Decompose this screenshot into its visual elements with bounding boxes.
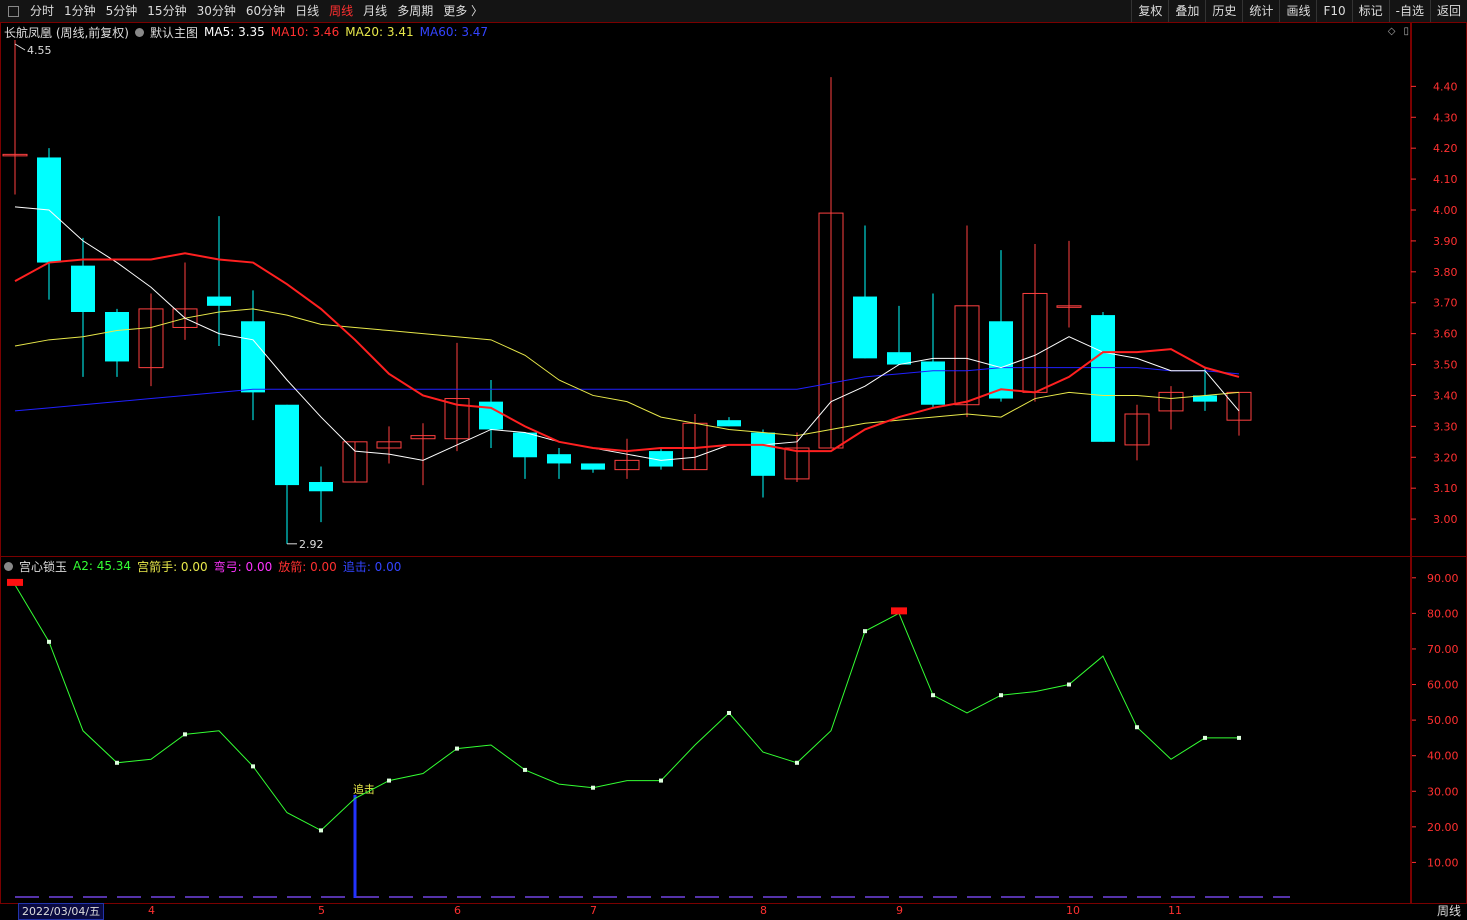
- month-label: 9: [896, 904, 903, 917]
- candle-body-down: [513, 432, 537, 458]
- candle-body-down: [921, 361, 945, 405]
- month-label: 5: [318, 904, 325, 917]
- candle-body-down: [1091, 315, 1115, 442]
- candle-body-down: [241, 321, 265, 393]
- price-tick-label: 3.00: [1433, 513, 1458, 526]
- price-tick-label: 4.40: [1433, 80, 1458, 93]
- price-tick-label: 3.10: [1433, 482, 1458, 495]
- low-price-label: 2.92: [299, 538, 324, 551]
- candle-body-down: [989, 321, 1013, 399]
- candle-body-down: [581, 463, 605, 470]
- month-label: 11: [1168, 904, 1182, 917]
- price-tick-label: 4.00: [1433, 204, 1458, 217]
- price-tick-label: 3.60: [1433, 328, 1458, 341]
- price-tick-label: 3.20: [1433, 451, 1458, 464]
- price-tick-label: 4.30: [1433, 111, 1458, 124]
- period-indicator[interactable]: 周线: [1437, 903, 1461, 919]
- month-label: 7: [590, 904, 597, 917]
- month-label: 6: [454, 904, 461, 917]
- candle-body-down: [275, 404, 299, 486]
- candle-body-down: [309, 482, 333, 492]
- candle-body-down: [71, 265, 95, 312]
- price-tick-label: 3.50: [1433, 359, 1458, 372]
- candle-body-down: [751, 432, 775, 476]
- ma60-line: [14, 367, 1240, 412]
- ma20-line: [14, 308, 1240, 437]
- ma10-line: [14, 252, 1240, 453]
- price-tick-label: 4.20: [1433, 142, 1458, 155]
- indicator-axis-frame: [1410, 556, 1467, 904]
- month-label: 4: [148, 904, 155, 917]
- indicator-frame: [0, 556, 1412, 904]
- ma5-line: [14, 206, 1240, 461]
- candle-body-down: [207, 296, 231, 306]
- time-axis: 4 5 6 7 8 9 10 11: [0, 903, 1467, 919]
- price-tick-label: 3.90: [1433, 235, 1458, 248]
- candle-body-down: [853, 296, 877, 359]
- price-tick-label: 4.10: [1433, 173, 1458, 186]
- candle-body-down: [479, 401, 503, 430]
- candle-body-down: [105, 312, 129, 362]
- candle-body-down: [717, 420, 741, 427]
- price-tick-label: 3.30: [1433, 420, 1458, 433]
- candle-body-down: [547, 454, 571, 464]
- high-price-label: 4.55: [27, 44, 52, 57]
- cursor-date-label: 2022/03/04/五: [18, 903, 105, 920]
- price-tick-label: 3.40: [1433, 389, 1458, 402]
- price-tick-label: 3.80: [1433, 266, 1458, 279]
- price-tick-label: 3.70: [1433, 297, 1458, 310]
- high-price-pointer: [14, 43, 26, 51]
- month-label: 10: [1066, 904, 1080, 917]
- month-label: 8: [760, 904, 767, 917]
